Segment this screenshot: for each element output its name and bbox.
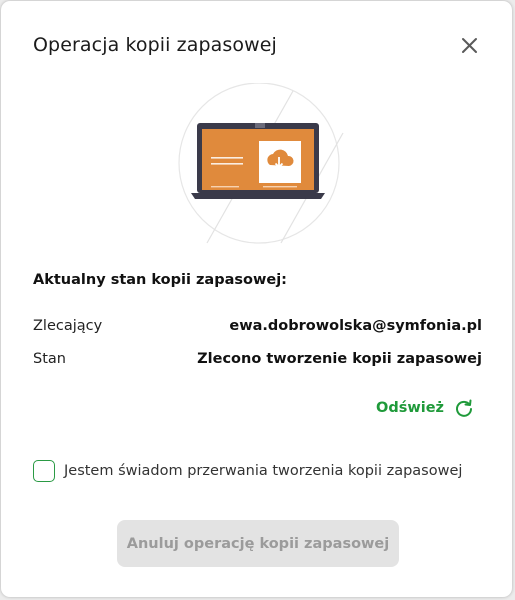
refresh-label: Odśwież — [376, 400, 444, 416]
confirmation-label[interactable]: Jestem świadom przerwania tworzenia kopi… — [64, 463, 462, 479]
requester-label: Zlecający — [33, 318, 103, 334]
dialog-title: Operacja kopii zapasowej — [33, 34, 277, 56]
laptop-cloud-download-illustration — [171, 82, 347, 247]
state-value: Zlecono tworzenie kopii zapasowej — [197, 351, 482, 367]
requester-value: ewa.dobrowolska@symfonia.pl — [229, 318, 482, 334]
refresh-icon — [456, 399, 472, 417]
close-button[interactable] — [456, 33, 482, 59]
confirmation-row: Jestem świadom przerwania tworzenia kopi… — [33, 460, 462, 482]
confirmation-checkbox[interactable] — [33, 460, 55, 482]
backup-operation-dialog: Operacja kopii zapasowej Aktualny stan k… — [1, 1, 512, 597]
state-label: Stan — [33, 351, 66, 367]
cancel-backup-button[interactable]: Anuluj operację kopii zapasowej — [117, 520, 399, 567]
close-icon — [462, 38, 477, 53]
status-heading: Aktualny stan kopii zapasowej: — [33, 272, 287, 288]
refresh-button[interactable]: Odśwież — [376, 398, 474, 418]
